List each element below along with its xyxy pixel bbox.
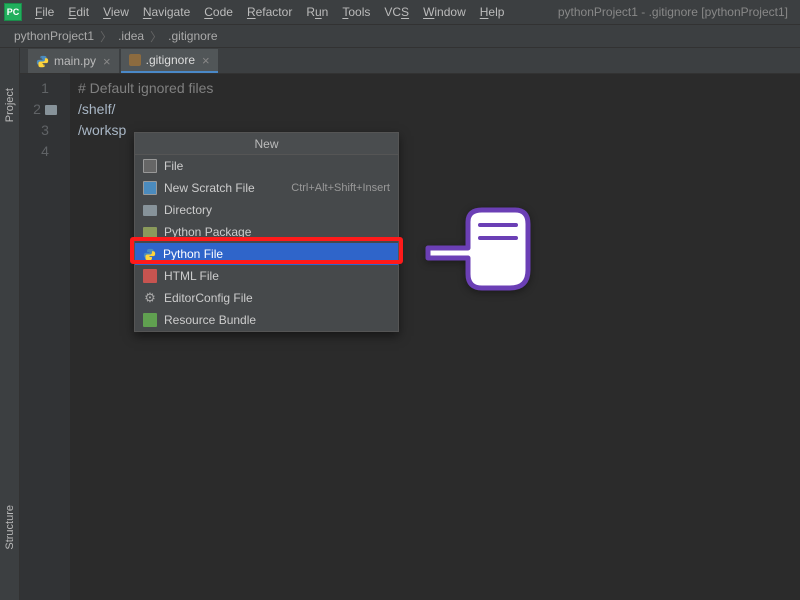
menu-refactor[interactable]: Refactor [240, 5, 299, 19]
scratch-file-icon [143, 181, 157, 195]
menu-help[interactable]: Help [473, 5, 512, 19]
menu-run[interactable]: Run [299, 5, 335, 19]
new-context-menu: New File New Scratch File Ctrl+Alt+Shift… [134, 132, 399, 332]
tab-gitignore[interactable]: .gitignore × [121, 49, 218, 73]
gear-icon [143, 291, 157, 305]
left-toolbar: Project Structure [0, 48, 20, 600]
gitignore-icon [129, 54, 141, 66]
chevron-right-icon: 〉 [148, 28, 164, 45]
menu-label: HTML File [164, 269, 219, 283]
gutter: 1 2 3 4 [20, 74, 70, 600]
menu-view[interactable]: View [96, 5, 136, 19]
menubar: PC File Edit View Navigate Code Refactor… [0, 0, 800, 24]
code-line: # Default ignored files [78, 78, 792, 99]
breadcrumb: pythonProject1 〉 .idea 〉 .gitignore [0, 24, 800, 48]
menu-item-directory[interactable]: Directory [135, 199, 398, 221]
toolwindow-structure[interactable]: Structure [2, 495, 18, 560]
menu-item-file[interactable]: File [135, 155, 398, 177]
menu-vcs[interactable]: VCS [377, 5, 416, 19]
python-icon [36, 55, 49, 68]
line-number: 1 [20, 78, 70, 99]
package-icon [143, 227, 157, 238]
crumb-idea[interactable]: .idea [114, 29, 148, 43]
menu-item-editorconfig[interactable]: EditorConfig File [135, 287, 398, 309]
folder-icon [45, 105, 57, 115]
menu-item-python-file[interactable]: Python File [135, 243, 398, 265]
close-icon[interactable]: × [202, 53, 210, 68]
tab-label: main.py [54, 54, 96, 68]
menu-window[interactable]: Window [416, 5, 473, 19]
line-number: 4 [20, 141, 70, 162]
code-line: /shelf/ [78, 99, 792, 120]
line-number: 2 [20, 99, 70, 120]
menu-item-python-package[interactable]: Python Package [135, 221, 398, 243]
window-title: pythonProject1 - .gitignore [pythonProje… [558, 5, 796, 19]
menu-edit[interactable]: Edit [61, 5, 96, 19]
bundle-icon [143, 313, 157, 327]
crumb-project[interactable]: pythonProject1 [10, 29, 98, 43]
menu-label: Python Package [164, 225, 251, 239]
shortcut: Ctrl+Alt+Shift+Insert [291, 182, 390, 194]
close-icon[interactable]: × [103, 54, 111, 69]
tab-label: .gitignore [146, 53, 195, 67]
menu-tools[interactable]: Tools [335, 5, 377, 19]
toolwindow-project[interactable]: Project [2, 78, 18, 132]
popup-title: New [135, 133, 398, 155]
menu-label: EditorConfig File [164, 291, 253, 305]
menu-label: File [164, 159, 183, 173]
crumb-gitignore[interactable]: .gitignore [164, 29, 221, 43]
python-icon [143, 248, 156, 261]
menu-item-resource-bundle[interactable]: Resource Bundle [135, 309, 398, 331]
tab-main-py[interactable]: main.py × [28, 49, 119, 73]
file-icon [143, 159, 157, 173]
menu-code[interactable]: Code [197, 5, 240, 19]
menu-label: New Scratch File [164, 181, 255, 195]
folder-icon [143, 205, 157, 216]
menu-item-scratch[interactable]: New Scratch File Ctrl+Alt+Shift+Insert [135, 177, 398, 199]
html-icon [143, 269, 157, 283]
menu-label: Directory [164, 203, 212, 217]
pycharm-icon: PC [4, 3, 22, 21]
chevron-right-icon: 〉 [98, 28, 114, 45]
menu-item-html-file[interactable]: HTML File [135, 265, 398, 287]
menu-file[interactable]: File [28, 5, 61, 19]
line-number: 3 [20, 120, 70, 141]
menu-navigate[interactable]: Navigate [136, 5, 197, 19]
menu-label: Python File [163, 247, 223, 261]
menu-label: Resource Bundle [164, 313, 256, 327]
editor-tabs: main.py × .gitignore × [20, 48, 800, 74]
